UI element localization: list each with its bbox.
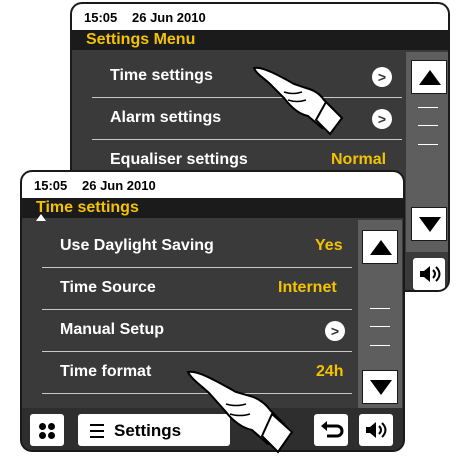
menu-item-alarm-settings[interactable]: Alarm settings >	[72, 98, 402, 140]
chevron-right-icon[interactable]: >	[325, 321, 345, 341]
home-button[interactable]	[30, 414, 64, 446]
status-bar: 15:05 26 Jun 2010	[22, 172, 403, 198]
back-icon	[321, 421, 344, 438]
status-date: 26 Jun 2010	[132, 10, 206, 25]
menu-item-time-settings[interactable]: Time settings >	[72, 56, 402, 98]
status-bar: 15:05 26 Jun 2010	[72, 4, 448, 30]
menu-item-label: Alarm settings	[110, 109, 222, 126]
menu-item-label: Equaliser settings	[110, 151, 248, 168]
menu-item-time-source[interactable]: Time Source Internet	[22, 268, 352, 310]
menu-item-value: Internet	[278, 279, 337, 296]
up-arrow-icon[interactable]	[411, 60, 447, 94]
menu-title: Settings Menu	[86, 31, 196, 48]
status-date: 26 Jun 2010	[82, 178, 156, 193]
menu-item-label: Time Source	[60, 279, 156, 296]
menu-title-bar: Time settings	[22, 198, 403, 221]
pointing-hand-icon	[252, 66, 344, 136]
menu-item-label: Time format	[60, 363, 152, 380]
status-time: 15:05	[34, 178, 68, 193]
back-button[interactable]	[314, 414, 348, 446]
menu-title-bar: Settings Menu	[72, 30, 448, 50]
menu-item-label: Time settings	[110, 67, 213, 84]
volume-button[interactable]	[359, 414, 393, 446]
menu-item-label: Manual Setup	[60, 321, 165, 338]
settings-label: Settings	[114, 421, 182, 440]
status-time: 15:05	[84, 10, 118, 25]
chevron-right-icon[interactable]: >	[372, 109, 392, 129]
grid-icon	[39, 423, 55, 439]
down-arrow-icon[interactable]	[411, 207, 447, 241]
pointing-hand-icon	[186, 370, 294, 454]
volume-icon	[420, 266, 441, 282]
down-arrow-icon[interactable]	[362, 370, 398, 404]
scrollbar[interactable]	[370, 308, 390, 346]
menu-item-use-daylight-saving[interactable]: Use Daylight Saving Yes	[22, 226, 352, 268]
menu-item-value: Normal	[331, 151, 387, 168]
chevron-right-icon[interactable]: >	[372, 67, 392, 87]
volume-button[interactable]	[413, 258, 445, 290]
scroll-column	[406, 52, 448, 252]
menu-item-label: Use Daylight Saving	[60, 237, 214, 254]
list-top-marker-icon	[36, 214, 46, 221]
menu-item-value: Yes	[315, 237, 343, 254]
menu-item-manual-setup[interactable]: Manual Setup >	[22, 310, 352, 352]
up-arrow-icon[interactable]	[362, 230, 398, 264]
menu-item-value: 24h	[316, 363, 344, 380]
menu-icon	[90, 424, 104, 438]
menu-title: Time settings	[36, 199, 139, 216]
scrollbar[interactable]	[418, 107, 438, 145]
scroll-column	[358, 220, 402, 410]
volume-icon	[366, 422, 387, 438]
